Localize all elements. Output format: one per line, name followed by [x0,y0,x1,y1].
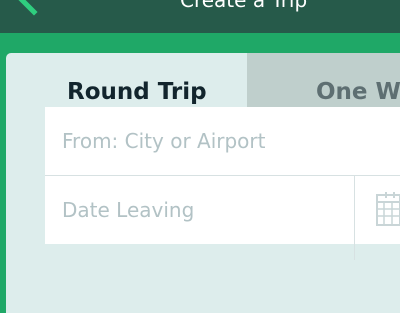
from-input[interactable] [62,107,352,175]
chevron-left-icon[interactable] [12,0,42,16]
date-field-row [45,176,400,244]
page-title: Create a Trip [180,0,308,12]
calendar-divider [354,176,355,260]
from-field-row [45,107,400,175]
calendar-icon[interactable] [376,192,400,226]
date-leaving-input[interactable] [62,176,352,244]
app-header: Create a Trip [0,0,400,33]
